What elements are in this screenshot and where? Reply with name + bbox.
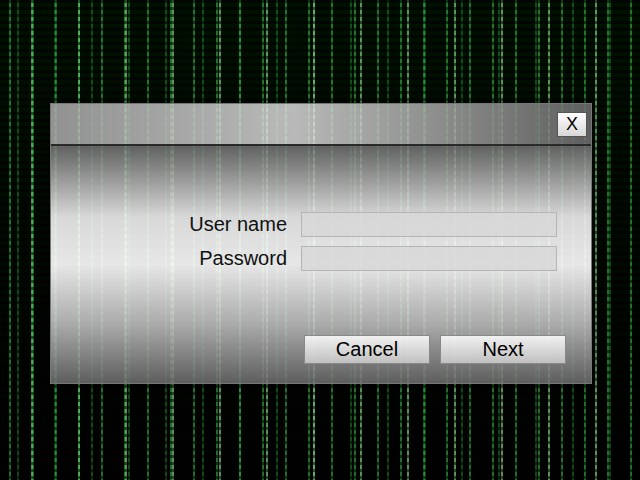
close-button[interactable]: X (557, 112, 587, 137)
button-row: Cancel Next (51, 335, 591, 364)
title-bar[interactable]: X (51, 104, 591, 146)
desktop: X User name Password Cancel Next (0, 0, 640, 480)
field-label: Password (51, 247, 287, 270)
text-field[interactable] (301, 212, 557, 237)
dialog-button[interactable]: Cancel (304, 335, 430, 364)
login-form: User name Password (51, 212, 591, 271)
dialog-button[interactable]: Next (440, 335, 566, 364)
dialog-body: User name Password Cancel Next (51, 146, 591, 383)
field-label: User name (51, 213, 287, 236)
login-dialog: X User name Password Cancel Next (50, 103, 592, 384)
text-field[interactable] (301, 246, 557, 271)
